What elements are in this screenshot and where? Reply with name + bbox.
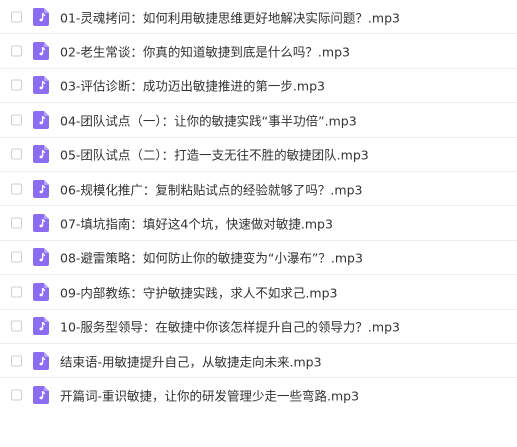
row-checkbox[interactable]: [11, 217, 22, 229]
list-item[interactable]: 开篇词-重识敏捷，让你的研发管理少走一些弯路.mp3: [0, 378, 517, 412]
row-checkbox[interactable]: [11, 45, 22, 57]
music-file-icon: [33, 282, 49, 301]
file-name[interactable]: 07-填坑指南：填好这4个坑，快速做对敏捷.mp3: [60, 214, 333, 233]
row-checkbox[interactable]: [11, 355, 22, 367]
list-item[interactable]: 04-团队试点（一）：让你的敏捷实践“事半功倍”.mp3: [0, 103, 517, 138]
music-file-icon: [33, 7, 49, 26]
file-name[interactable]: 10-服务型领导：在敏捷中你该怎样提升自己的领导力？.mp3: [60, 317, 400, 336]
row-checkbox[interactable]: [11, 389, 22, 401]
file-name[interactable]: 06-规模化推广：复制粘贴试点的经验就够了吗？.mp3: [60, 179, 362, 198]
music-file-icon: [33, 386, 49, 405]
row-checkbox[interactable]: [11, 286, 22, 298]
music-file-icon: [33, 42, 49, 61]
music-file-icon: [33, 76, 49, 95]
row-checkbox[interactable]: [11, 79, 22, 91]
row-checkbox[interactable]: [11, 148, 22, 160]
music-file-icon: [33, 351, 49, 370]
row-checkbox[interactable]: [11, 114, 22, 126]
file-name[interactable]: 04-团队试点（一）：让你的敏捷实践“事半功倍”.mp3: [60, 110, 357, 129]
list-item[interactable]: 03-评估诊断：成功迈出敏捷推进的第一步.mp3: [0, 69, 517, 104]
file-list: 01-灵魂拷问：如何利用敏捷思维更好地解决实际问题？.mp3 02-老生常谈：你…: [0, 0, 517, 413]
list-item[interactable]: 05-团队试点（二）：打造一支无往不胜的敏捷团队.mp3: [0, 138, 517, 172]
list-item[interactable]: 结束语-用敏捷提升自己，从敏捷走向未来.mp3: [0, 344, 517, 379]
music-file-icon: [33, 317, 49, 336]
row-checkbox[interactable]: [11, 11, 22, 23]
list-item[interactable]: 09-内部教练：守护敏捷实践，求人不如求己.mp3: [0, 275, 517, 310]
file-name[interactable]: 01-灵魂拷问：如何利用敏捷思维更好地解决实际问题？.mp3: [60, 7, 400, 26]
file-name[interactable]: 08-避雷策略：如何防止你的敏捷变为“小瀑布”？.mp3: [60, 248, 363, 267]
list-item[interactable]: 06-规模化推广：复制粘贴试点的经验就够了吗？.mp3: [0, 172, 517, 207]
list-item[interactable]: 08-避雷策略：如何防止你的敏捷变为“小瀑布”？.mp3: [0, 241, 517, 276]
list-item[interactable]: 07-填坑指南：填好这4个坑，快速做对敏捷.mp3: [0, 206, 517, 241]
music-file-icon: [33, 179, 49, 198]
music-file-icon: [33, 110, 49, 129]
file-name[interactable]: 02-老生常谈：你真的知道敏捷到底是什么吗？.mp3: [60, 42, 350, 61]
music-file-icon: [33, 214, 49, 233]
file-name[interactable]: 05-团队试点（二）：打造一支无往不胜的敏捷团队.mp3: [60, 145, 369, 164]
row-checkbox[interactable]: [11, 320, 22, 332]
file-name[interactable]: 结束语-用敏捷提升自己，从敏捷走向未来.mp3: [60, 351, 322, 370]
music-file-icon: [33, 145, 49, 164]
row-checkbox[interactable]: [11, 183, 22, 195]
file-name[interactable]: 09-内部教练：守护敏捷实践，求人不如求己.mp3: [60, 282, 337, 301]
file-name[interactable]: 开篇词-重识敏捷，让你的研发管理少走一些弯路.mp3: [60, 386, 359, 405]
row-checkbox[interactable]: [11, 251, 22, 263]
list-item[interactable]: 10-服务型领导：在敏捷中你该怎样提升自己的领导力？.mp3: [0, 310, 517, 344]
file-name[interactable]: 03-评估诊断：成功迈出敏捷推进的第一步.mp3: [60, 76, 325, 95]
list-item[interactable]: 02-老生常谈：你真的知道敏捷到底是什么吗？.mp3: [0, 34, 517, 69]
list-item[interactable]: 01-灵魂拷问：如何利用敏捷思维更好地解决实际问题？.mp3: [0, 0, 517, 35]
music-file-icon: [33, 248, 49, 267]
